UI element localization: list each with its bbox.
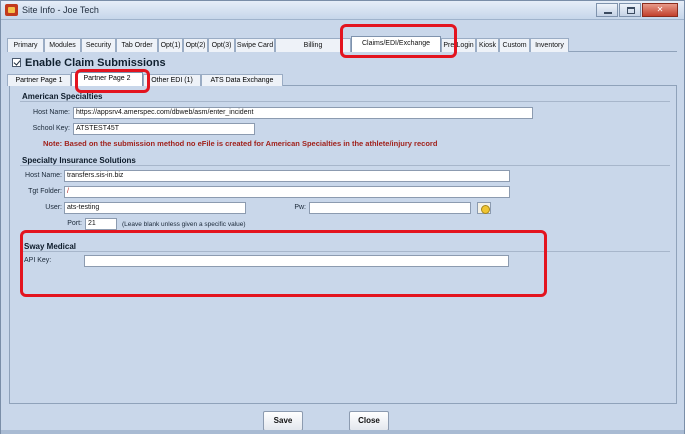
- app-icon: [5, 4, 18, 16]
- sm-api-key-label: API Key:: [24, 257, 52, 264]
- tab-opt1[interactable]: Opt(1): [158, 38, 183, 52]
- sis-pw-input[interactable]: [309, 202, 471, 214]
- tab-billing[interactable]: Billing: [275, 38, 351, 52]
- subtab-partner-page-1[interactable]: Partner Page 1: [7, 74, 71, 86]
- tab-pre-login[interactable]: Pre-Login: [441, 38, 476, 52]
- subtab-ats-data-exchange[interactable]: ATS Data Exchange: [201, 74, 283, 86]
- title-bar: Site Info - Joe Tech ✕: [1, 1, 684, 20]
- tab-claims-edi-exchange[interactable]: Claims/EDI/Exchange: [351, 36, 441, 52]
- sis-user-input[interactable]: ats-testing: [64, 202, 246, 214]
- tab-opt3[interactable]: Opt(3): [208, 38, 235, 52]
- sis-tgt-folder-input[interactable]: /: [64, 186, 510, 198]
- as-host-name-input[interactable]: https://appsrv4.amerspec.com/dbweb/asm/e…: [73, 107, 533, 119]
- as-school-key-label: School Key:: [32, 125, 70, 132]
- sis-pw-label: Pw:: [294, 204, 306, 211]
- subtab-other-edi[interactable]: Other EDI (1): [143, 74, 201, 86]
- american-specialties-divider: [20, 101, 670, 102]
- sis-port-input[interactable]: 21: [85, 218, 117, 230]
- partner-subtab-strip: Partner Page 1 Partner Page 2 Other EDI …: [7, 72, 677, 86]
- key-icon[interactable]: [477, 202, 491, 214]
- sm-api-key-input[interactable]: [84, 255, 509, 267]
- specialty-insurance-divider: [20, 165, 670, 166]
- tab-modules[interactable]: Modules: [44, 38, 81, 52]
- american-specialties-title: American Specialties: [22, 92, 103, 101]
- site-info-window: Site Info - Joe Tech ✕ Primary Modules S…: [0, 0, 685, 434]
- minimize-button[interactable]: [596, 3, 618, 17]
- save-button[interactable]: Save: [263, 411, 303, 431]
- sis-tgt-folder-label: Tgt Folder:: [28, 188, 62, 195]
- sis-user-label: User:: [45, 204, 62, 211]
- window-title: Site Info - Joe Tech: [22, 5, 99, 15]
- sis-port-label: Port:: [67, 220, 82, 227]
- tab-kiosk[interactable]: Kiosk: [476, 38, 499, 52]
- tab-opt2[interactable]: Opt(2): [183, 38, 208, 52]
- sis-port-hint: (Leave blank unless given a specific val…: [122, 221, 246, 228]
- minimize-icon: [604, 12, 612, 14]
- tab-security[interactable]: Security: [81, 38, 116, 52]
- tab-tab-order[interactable]: Tab Order: [116, 38, 158, 52]
- tab-swipe-card[interactable]: Swipe Card: [235, 38, 275, 52]
- maximize-icon: [627, 7, 635, 14]
- specialty-insurance-title: Specialty Insurance Solutions: [22, 156, 136, 165]
- enable-claim-submissions-row[interactable]: Enable Claim Submissions: [12, 56, 166, 69]
- sway-medical-title: Sway Medical: [24, 242, 77, 251]
- enable-claim-submissions-label: Enable Claim Submissions: [25, 56, 166, 69]
- main-tab-strip: Primary Modules Security Tab Order Opt(1…: [7, 36, 677, 52]
- status-bar: [1, 430, 684, 434]
- close-button[interactable]: Close: [349, 411, 389, 431]
- window-controls: ✕: [595, 3, 678, 18]
- tab-primary[interactable]: Primary: [7, 38, 44, 52]
- tab-inventory[interactable]: Inventory: [530, 38, 569, 52]
- as-school-key-input[interactable]: ATSTEST45T: [73, 123, 255, 135]
- as-host-name-label: Host Name:: [33, 109, 70, 116]
- partner-page-2-panel: American Specialties Host Name: https://…: [9, 86, 677, 404]
- enable-claim-submissions-checkbox[interactable]: [12, 58, 21, 67]
- tab-custom[interactable]: Custom: [499, 38, 530, 52]
- close-window-button[interactable]: ✕: [642, 3, 678, 17]
- sway-medical-divider: [20, 251, 670, 252]
- subtab-partner-page-2[interactable]: Partner Page 2: [71, 72, 143, 86]
- close-icon: ✕: [656, 5, 664, 14]
- sis-host-name-label: Host Name:: [25, 172, 62, 179]
- maximize-button[interactable]: [619, 3, 641, 17]
- as-note: Note: Based on the submission method no …: [43, 139, 438, 148]
- sis-host-name-input[interactable]: transfers.sis-in.biz: [64, 170, 510, 182]
